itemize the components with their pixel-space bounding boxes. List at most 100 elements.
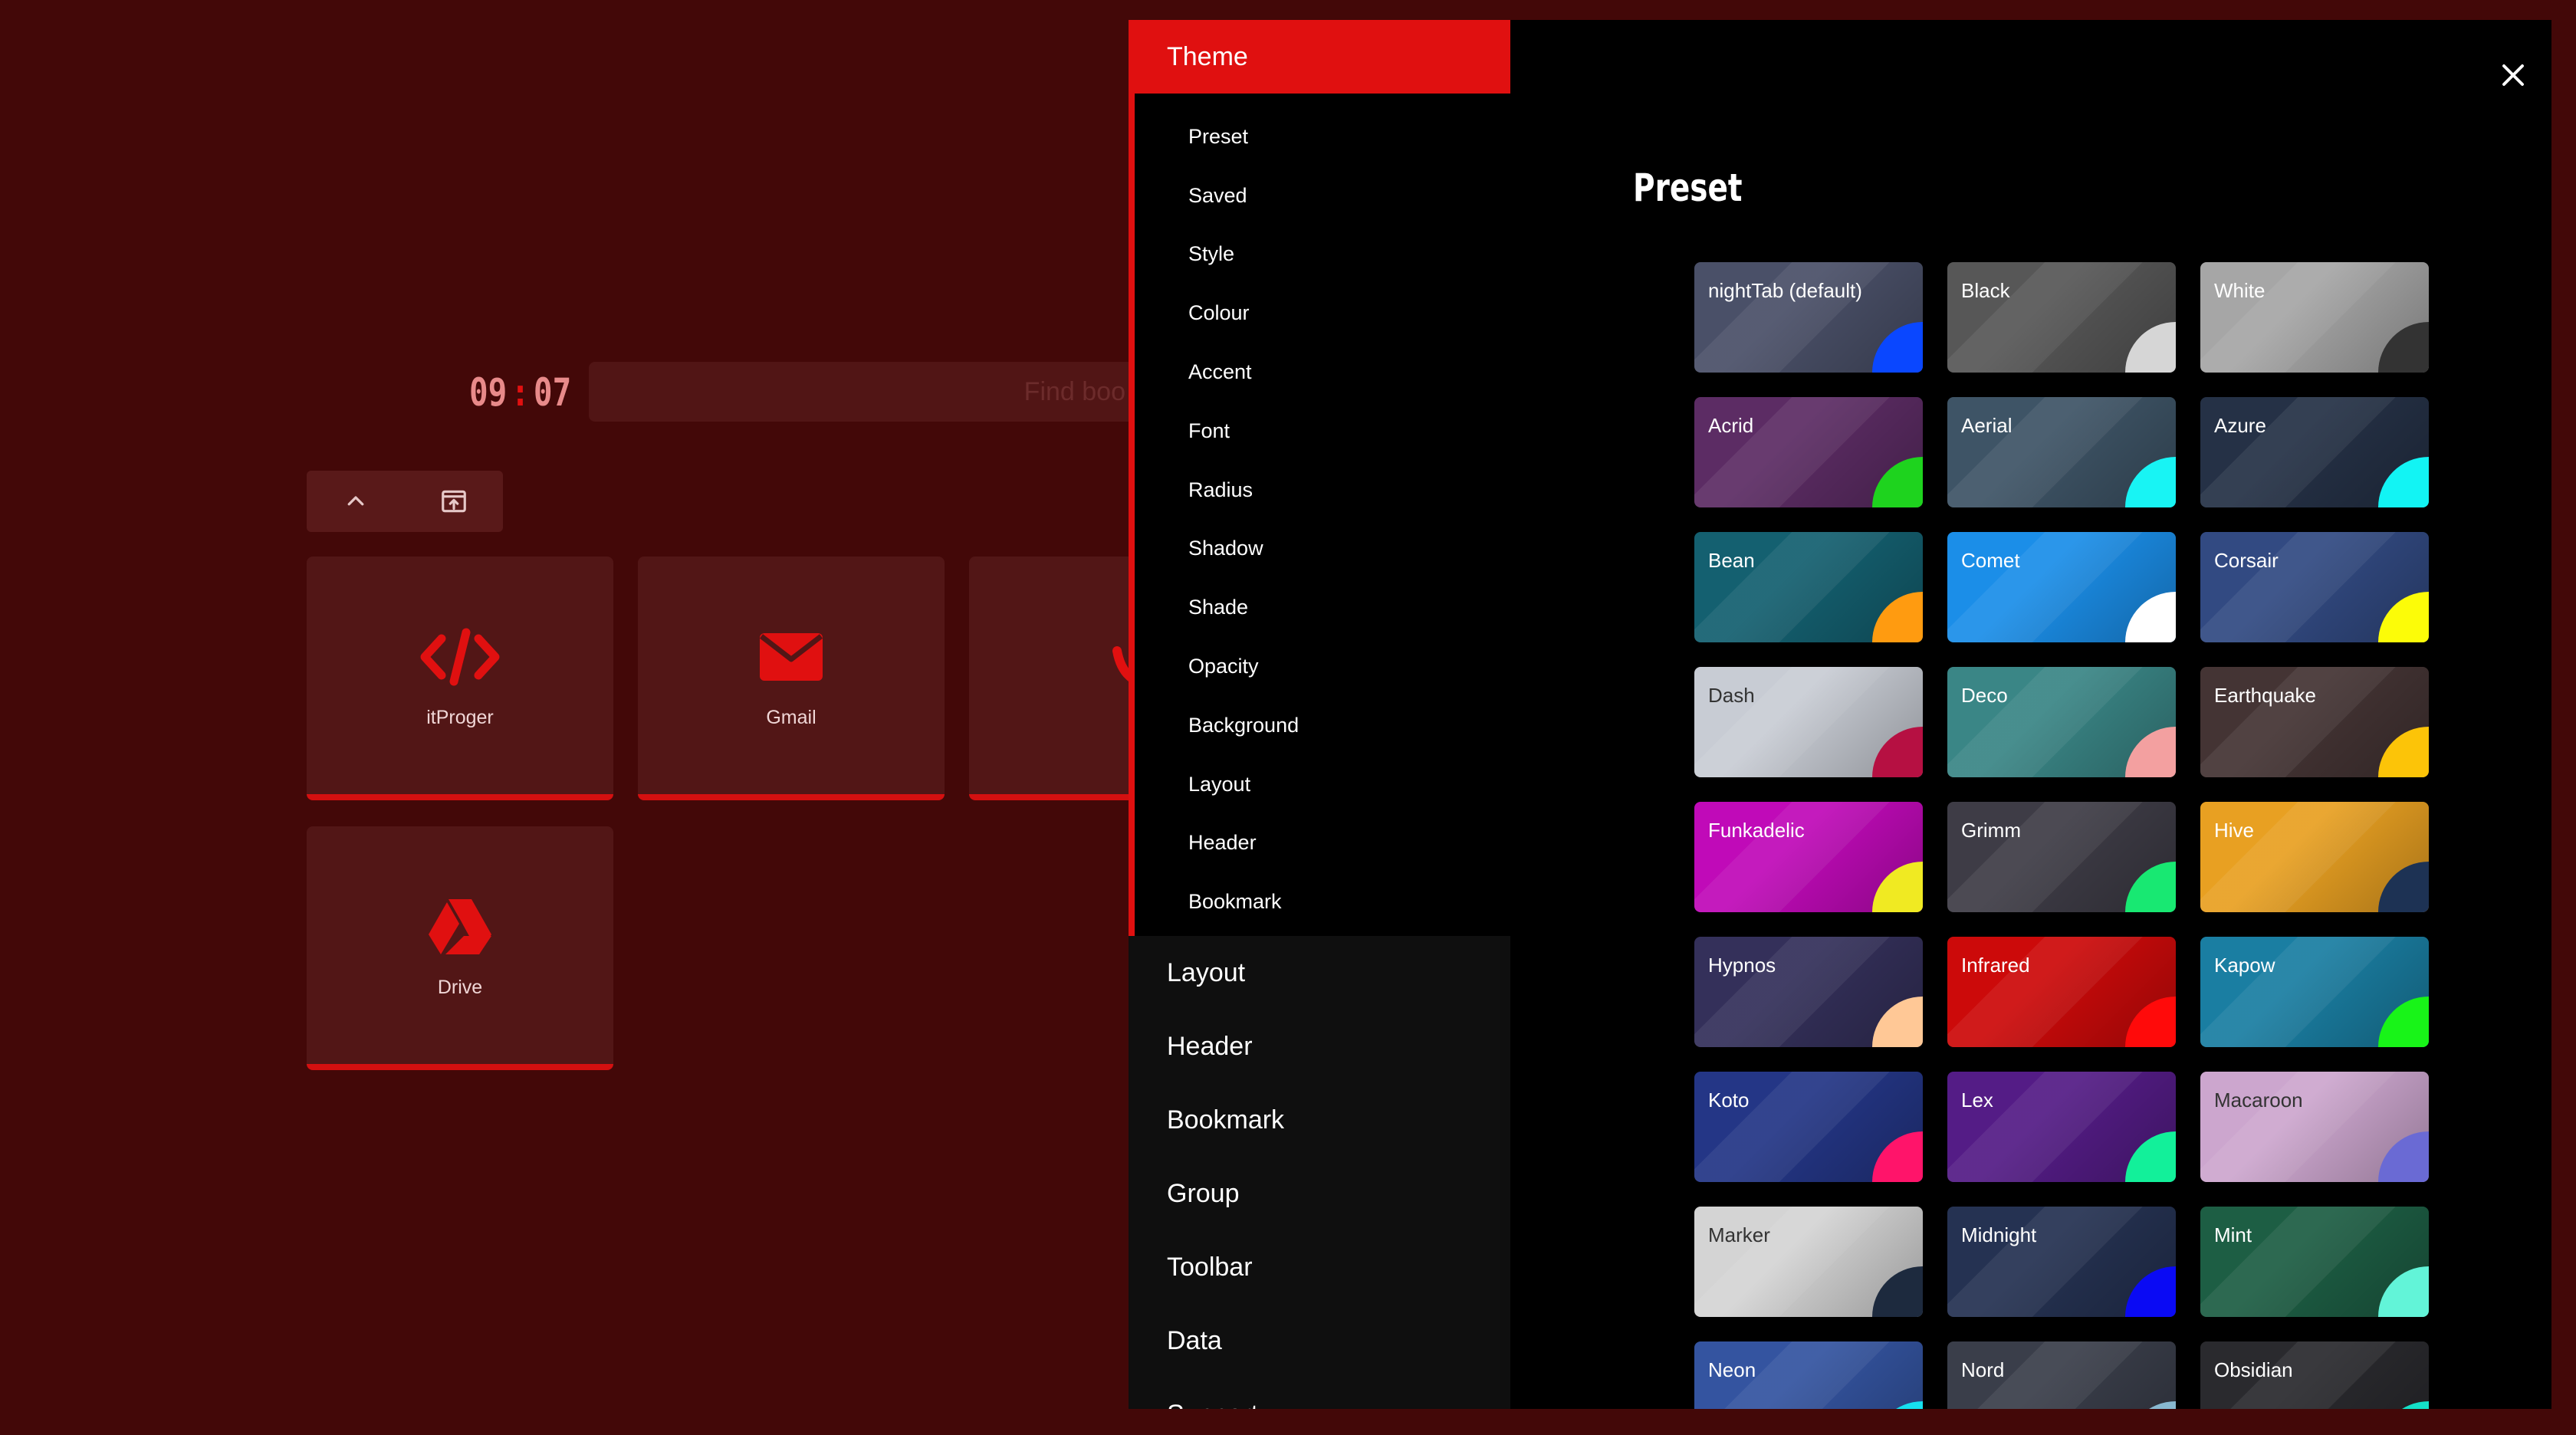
preset-name: Neon: [1708, 1358, 1756, 1381]
preset-name: Black: [1961, 279, 2010, 302]
nav-item-bookmark[interactable]: Bookmark: [1129, 1083, 1510, 1157]
preset-card[interactable]: Corsair: [2200, 532, 2429, 642]
preset-name: Mint: [2214, 1223, 2252, 1246]
preset-card[interactable]: Kapow: [2200, 937, 2429, 1047]
preset-name: Hypnos: [1708, 954, 1776, 977]
preset-card[interactable]: Macaroon: [2200, 1072, 2429, 1182]
content-title: Preset: [1633, 166, 1743, 210]
preset-name: nightTab (default): [1708, 279, 1862, 302]
preset-name: Koto: [1708, 1089, 1750, 1112]
preset-card[interactable]: Azure: [2200, 397, 2429, 507]
preset-card[interactable]: Obsidian: [2200, 1341, 2429, 1409]
preset-card[interactable]: Lex: [1947, 1072, 2176, 1182]
preset-card[interactable]: Dash: [1694, 667, 1923, 777]
subnav-item-colour[interactable]: Colour: [1135, 284, 1510, 343]
bookmark-tile-gmail[interactable]: Gmail: [638, 557, 945, 800]
preset-card[interactable]: Funkadelic: [1694, 802, 1923, 912]
preset-name: Earthquake: [2214, 684, 2316, 707]
preset-grid: nightTab (default) Black White Acrid Aerial A…: [1694, 262, 2461, 1409]
theme-subnav: Preset Saved Style Colour Accent Font Radius Sh…: [1129, 94, 1510, 937]
chevron-up-icon: [347, 496, 364, 506]
preset-card[interactable]: Mint: [2200, 1207, 2429, 1317]
preset-name: Dash: [1708, 684, 1755, 707]
preset-name: Marker: [1708, 1223, 1770, 1246]
subnav-item-shade[interactable]: Shade: [1135, 578, 1510, 637]
nav-item-theme[interactable]: Theme: [1129, 20, 1510, 94]
preset-card[interactable]: Neon: [1694, 1341, 1923, 1409]
mail-icon: [749, 622, 833, 691]
nav-item-data[interactable]: Data: [1129, 1304, 1510, 1378]
preset-card[interactable]: White: [2200, 262, 2429, 373]
nav-item-header[interactable]: Header: [1129, 1010, 1510, 1083]
preset-card[interactable]: Comet: [1947, 532, 2176, 642]
open-all-button[interactable]: [431, 478, 477, 524]
subnav-item-radius[interactable]: Radius: [1135, 461, 1510, 520]
preset-card[interactable]: Infrared: [1947, 937, 2176, 1047]
preset-name: Hive: [2214, 819, 2255, 842]
clock-separator: :: [511, 370, 530, 415]
preset-card[interactable]: Koto: [1694, 1072, 1923, 1182]
close-icon: [2502, 64, 2524, 86]
subnav-item-style[interactable]: Style: [1135, 225, 1510, 284]
preset-card[interactable]: Earthquake: [2200, 667, 2429, 777]
preset-name: Azure: [2214, 414, 2266, 437]
clock-hours: 09: [469, 370, 508, 415]
preset-card[interactable]: Bean: [1694, 532, 1923, 642]
code-icon: [418, 622, 502, 691]
drive-icon: [418, 892, 502, 961]
nav-item-group[interactable]: Group: [1129, 1157, 1510, 1230]
bookmark-label: Gmail: [766, 706, 816, 728]
subnav-item-preset[interactable]: Preset: [1135, 107, 1510, 166]
subnav-item-background[interactable]: Background: [1135, 696, 1510, 755]
preset-name: White: [2214, 279, 2266, 302]
preset-card[interactable]: Grimm: [1947, 802, 2176, 912]
preset-card[interactable]: Acrid: [1694, 397, 1923, 507]
subnav-item-font[interactable]: Font: [1135, 402, 1510, 461]
subnav-item-accent[interactable]: Accent: [1135, 343, 1510, 402]
preset-name: Obsidian: [2214, 1358, 2293, 1381]
preset-card[interactable]: Black: [1947, 262, 2176, 373]
clock-minutes: 07: [533, 370, 572, 415]
subnav-item-bookmark[interactable]: Bookmark: [1135, 872, 1510, 931]
preset-name: Macaroon: [2214, 1089, 2303, 1112]
close-menu-button[interactable]: [2486, 48, 2541, 103]
preset-name: Comet: [1961, 549, 2020, 572]
subnav-item-layout[interactable]: Layout: [1135, 755, 1510, 814]
collapse-group-button[interactable]: [333, 478, 379, 524]
nav-item-support[interactable]: Support: [1129, 1378, 1510, 1409]
preset-name: Aerial: [1961, 414, 2013, 437]
subnav-item-header[interactable]: Header: [1135, 814, 1510, 873]
nav-item-toolbar[interactable]: Toolbar: [1129, 1230, 1510, 1304]
nav-sections: LayoutHeaderBookmarkGroupToolbarDataSupp…: [1129, 936, 1510, 1409]
preset-name: Bean: [1708, 549, 1755, 572]
preset-name: Acrid: [1708, 414, 1754, 437]
bookmark-label: itProger: [426, 706, 494, 728]
preset-card[interactable]: nightTab (default): [1694, 262, 1923, 373]
subnav-item-saved[interactable]: Saved: [1135, 166, 1510, 225]
subnav-item-opacity[interactable]: Opacity: [1135, 637, 1510, 696]
search-placeholder: Find boo: [1024, 376, 1125, 406]
bookmark-label: Drive: [437, 976, 483, 998]
preset-name: Midnight: [1961, 1223, 2037, 1246]
clock: 09 : 07: [469, 362, 571, 423]
nav-item-layout[interactable]: Layout: [1129, 936, 1510, 1010]
search-input[interactable]: Find boo: [589, 362, 1171, 422]
preset-name: Nord: [1961, 1358, 2005, 1381]
subnav-item-shadow[interactable]: Shadow: [1135, 520, 1510, 579]
preset-name: Funkadelic: [1708, 819, 1805, 842]
preset-card[interactable]: Marker: [1694, 1207, 1923, 1317]
menu-nav: Theme Preset Saved Style Colour Accent Font Ra…: [1129, 20, 1510, 1409]
preset-card[interactable]: Hive: [2200, 802, 2429, 912]
bookmark-tile-itproger[interactable]: itProger: [307, 557, 613, 800]
preset-card[interactable]: Aerial: [1947, 397, 2176, 507]
preset-name: Corsair: [2214, 549, 2279, 572]
settings-menu: Theme Preset Saved Style Colour Accent Font Ra…: [1129, 20, 2551, 1409]
preset-name: Kapow: [2214, 954, 2275, 977]
preset-card[interactable]: Nord: [1947, 1341, 2176, 1409]
preset-card[interactable]: Hypnos: [1694, 937, 1923, 1047]
preset-name: Grimm: [1961, 819, 2021, 842]
preset-name: Infrared: [1961, 954, 2030, 977]
preset-card[interactable]: Deco: [1947, 667, 2176, 777]
bookmark-tile-drive[interactable]: Drive: [307, 826, 613, 1070]
preset-card[interactable]: Midnight: [1947, 1207, 2176, 1317]
